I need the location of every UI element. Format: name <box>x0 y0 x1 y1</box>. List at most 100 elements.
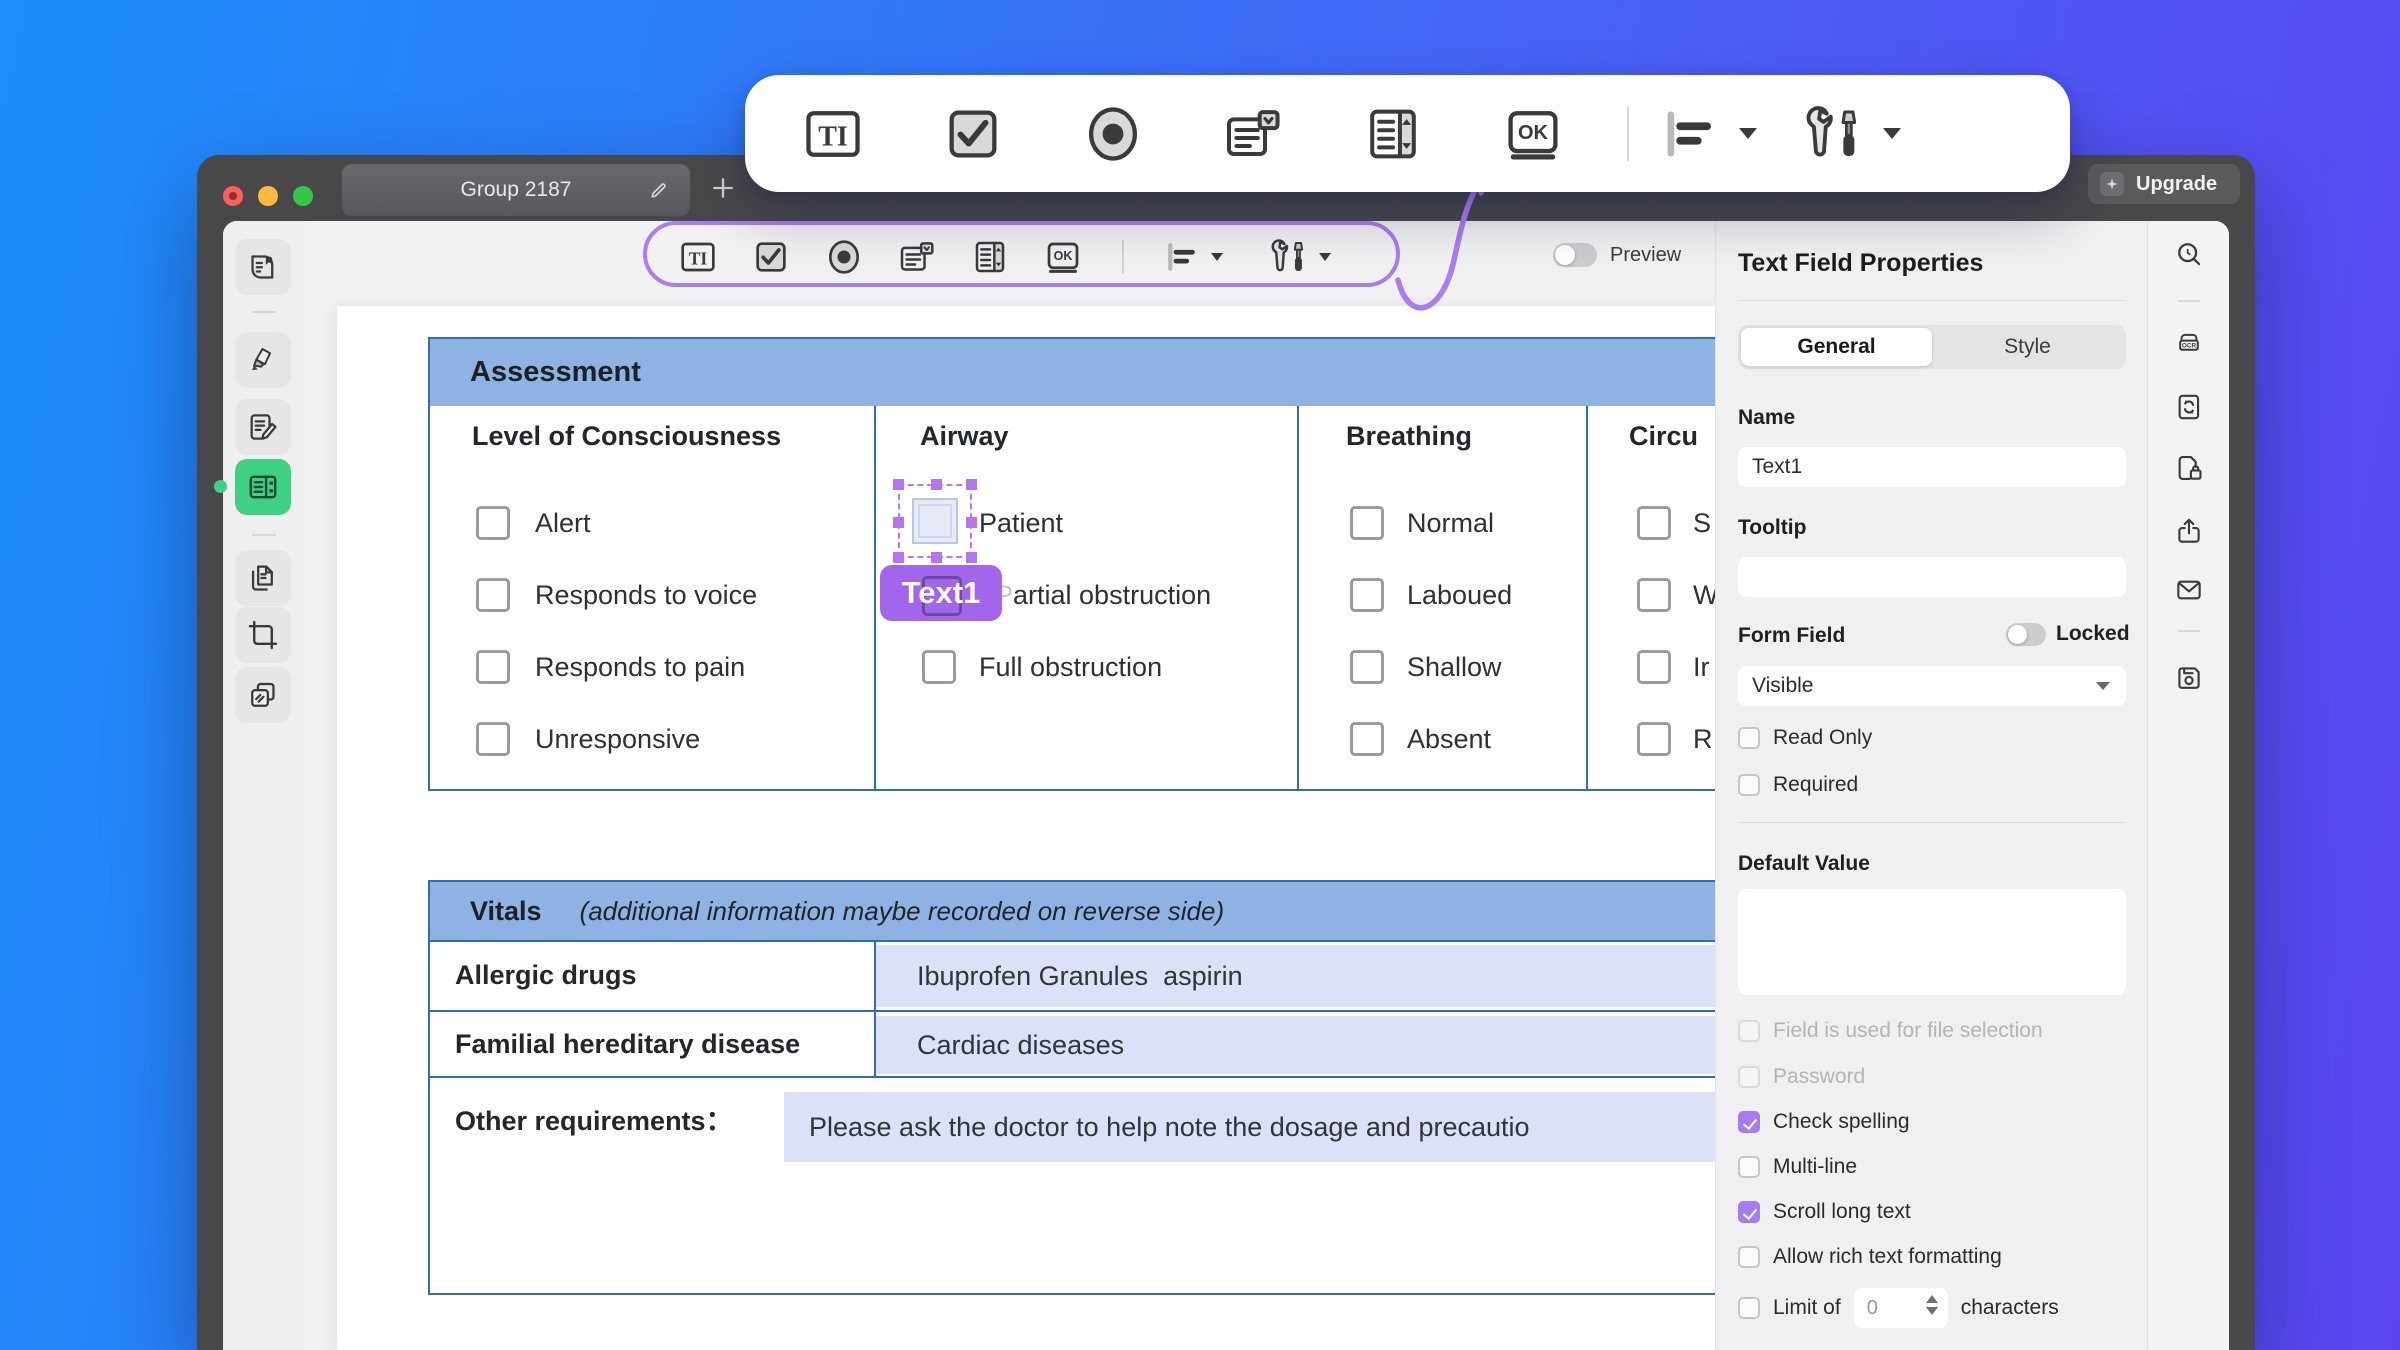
zoom-button[interactable] <box>293 186 313 206</box>
field-value: Ibuprofen Granules aspirin <box>917 960 1243 991</box>
resize-handle[interactable] <box>966 517 977 528</box>
limit-input[interactable] <box>1853 1288 1931 1328</box>
alignment-dropdown-button[interactable] <box>1163 238 1223 276</box>
sidebar-item-crop[interactable] <box>235 607 291 663</box>
close-button[interactable] <box>223 186 243 206</box>
form-checkbox[interactable] <box>1350 506 1384 540</box>
form-field-label: Form Field <box>1738 624 1846 647</box>
more-tools-dropdown-button[interactable] <box>1268 236 1331 278</box>
rich-text-row: Allow rich text formatting <box>1738 1245 2002 1269</box>
sidebar-item-pages[interactable] <box>235 550 291 606</box>
tab-general[interactable]: General <box>1741 328 1932 366</box>
share-button[interactable] <box>2167 509 2211 553</box>
form-checkbox[interactable] <box>1350 722 1384 756</box>
text-field[interactable]: Cardiac diseases <box>876 1016 1715 1074</box>
sidebar-item-annotate[interactable] <box>235 332 291 388</box>
form-checkbox[interactable] <box>1637 722 1671 756</box>
toolbar-divider <box>1122 240 1124 274</box>
multi-line-checkbox[interactable] <box>1738 1156 1760 1178</box>
read-only-checkbox[interactable] <box>1738 727 1760 749</box>
name-input[interactable] <box>1738 447 2126 487</box>
rich-text-checkbox[interactable] <box>1738 1246 1760 1268</box>
form-checkbox[interactable] <box>476 506 510 540</box>
text-field-tool-button[interactable] <box>801 102 865 166</box>
upgrade-button[interactable]: Upgrade <box>2088 164 2240 204</box>
sidebar-item-edit[interactable] <box>235 399 291 455</box>
resize-handle[interactable] <box>966 479 977 490</box>
form-checkbox[interactable] <box>1637 650 1671 684</box>
push-button-tool-button[interactable] <box>1043 237 1083 277</box>
combo-box-tool-button[interactable] <box>897 237 937 277</box>
save-button[interactable] <box>2167 656 2211 700</box>
resize-handle[interactable] <box>931 552 942 563</box>
push-button-icon <box>1047 242 1079 273</box>
checkbox-tool-button[interactable] <box>751 237 791 277</box>
form-checkbox[interactable] <box>1637 506 1671 540</box>
panel-tabs: General Style <box>1738 325 2126 369</box>
convert-button[interactable] <box>2167 385 2211 429</box>
push-button-tool-button[interactable] <box>1501 102 1565 166</box>
limit-spinner <box>1853 1288 1948 1328</box>
form-checkbox[interactable] <box>476 578 510 612</box>
rename-pencil-icon[interactable] <box>648 179 670 201</box>
sidebar-item-stamps[interactable] <box>235 667 291 723</box>
visibility-select[interactable]: Visible <box>1738 666 2126 706</box>
list-box-tool-button[interactable] <box>1361 102 1425 166</box>
option-label: R <box>1693 724 1713 754</box>
resize-handle[interactable] <box>966 552 977 563</box>
text-field[interactable]: Please ask the doctor to help note the d… <box>784 1092 1715 1162</box>
default-value-label: Default Value <box>1738 852 1870 875</box>
required-checkbox[interactable] <box>1738 774 1760 796</box>
text-field[interactable]: Ibuprofen Granules aspirin <box>876 945 1715 1007</box>
tab-style[interactable]: Style <box>1932 328 2123 366</box>
form-checkbox[interactable] <box>922 650 956 684</box>
combo-box-tool-button[interactable] <box>1221 102 1285 166</box>
search-button[interactable] <box>2167 232 2211 276</box>
selected-text-field-widget[interactable] <box>893 479 977 563</box>
radio-button-tool-button[interactable] <box>1081 102 1145 166</box>
ocr-icon <box>2179 333 2199 351</box>
minimize-button[interactable] <box>258 186 278 206</box>
default-value-textarea[interactable] <box>1738 889 2126 995</box>
form-checkbox[interactable] <box>476 650 510 684</box>
left-sidebar <box>223 221 305 1350</box>
form-checkbox[interactable] <box>476 722 510 756</box>
more-tools-dropdown-button[interactable] <box>1801 101 1901 167</box>
strip-divider <box>2178 630 2200 632</box>
chevron-down-icon <box>1319 253 1331 261</box>
limit-checkbox[interactable] <box>1738 1297 1760 1319</box>
list-box-tool-button[interactable] <box>970 237 1010 277</box>
resize-handle[interactable] <box>893 552 904 563</box>
scroll-long-text-checkbox[interactable] <box>1738 1201 1760 1223</box>
document-page: 4 Assessment Level of Consciousness Aler… <box>337 306 1715 1350</box>
ocr-button[interactable] <box>2167 320 2211 364</box>
read-only-row: Read Only <box>1738 726 1872 750</box>
alignment-dropdown-button[interactable] <box>1659 103 1757 165</box>
spinner-down-icon[interactable] <box>1925 1307 1938 1315</box>
form-widget-icon <box>249 475 277 499</box>
limit-suffix: characters <box>1960 1296 2059 1319</box>
form-checkbox[interactable] <box>1350 650 1384 684</box>
protect-button[interactable] <box>2167 446 2211 490</box>
form-checkbox[interactable] <box>1637 578 1671 612</box>
resize-handle[interactable] <box>931 479 942 490</box>
sidebar-item-reader[interactable] <box>235 239 291 295</box>
sidebar-item-forms[interactable] <box>235 459 291 515</box>
mail-button[interactable] <box>2167 568 2211 612</box>
tooltip-input[interactable] <box>1738 557 2126 597</box>
new-tab-button[interactable] <box>709 174 737 202</box>
preview-toggle[interactable] <box>1553 243 1597 267</box>
table-column-divider <box>874 406 876 789</box>
resize-handle[interactable] <box>893 517 904 528</box>
text-field-tool-button[interactable] <box>678 237 718 277</box>
option-label: Unresponsive <box>535 724 701 754</box>
resize-handle[interactable] <box>893 479 904 490</box>
spinner-up-icon[interactable] <box>1925 1295 1938 1303</box>
document-tab[interactable]: Group 2187 <box>342 164 690 216</box>
check-spelling-checkbox[interactable] <box>1738 1111 1760 1133</box>
checkbox-tool-button[interactable] <box>941 102 1005 166</box>
radio-button-tool-button[interactable] <box>824 237 864 277</box>
locked-toggle[interactable] <box>2006 622 2046 646</box>
row-label: Familial hereditary disease <box>455 1029 801 1059</box>
form-checkbox[interactable] <box>1350 578 1384 612</box>
